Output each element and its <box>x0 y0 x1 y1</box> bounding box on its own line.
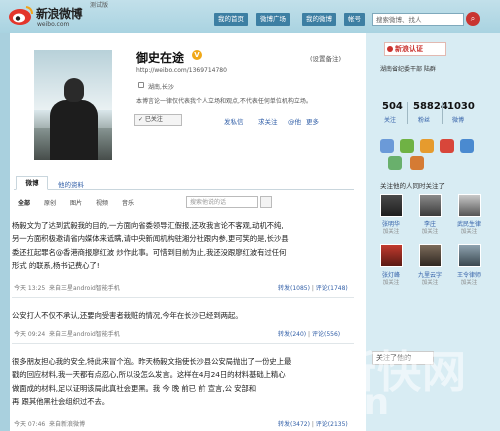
mention-link[interactable]: @他 <box>288 116 301 126</box>
repost-link[interactable]: 转发(240) <box>278 331 306 338</box>
post-text: 杨毅文为了达到武毅我的目的,一方面向省委领导汇假报,还攻我言论不客观,动机不纯,… <box>12 221 289 271</box>
auth-badge: 新浪认证 <box>384 42 446 56</box>
followed-button[interactable]: ✓ 已关注 <box>134 114 182 126</box>
more-link[interactable]: 更多 <box>306 116 319 126</box>
post-time: 今天 09:24 <box>14 331 46 338</box>
weibo-auth-icon <box>387 46 393 52</box>
medal-icon[interactable] <box>440 139 454 153</box>
profile-bio: 本博言论一律仅代表我个人立场和观点,不代表任何单位机构立场。 <box>136 98 312 105</box>
follow-avatar[interactable] <box>458 244 481 267</box>
auth-description: 湖南省纪委干部 陆群 <box>380 66 436 73</box>
repost-link[interactable]: 转发(1085) <box>278 285 310 292</box>
weibo-count[interactable]: 1030 <box>447 101 475 112</box>
following-count[interactable]: 504 <box>382 101 403 112</box>
post-meta: 今天 09:24 来自三星android智能手机 <box>14 329 120 338</box>
medal-icon[interactable] <box>380 139 394 153</box>
medal-icon[interactable] <box>410 156 424 170</box>
post-time: 今天 07:46 <box>14 421 46 428</box>
filter-row: 全部 原创 图片 视频 音乐 搜索他说的话 <box>16 196 352 210</box>
watermark-url: xxb.com.cn <box>150 382 391 423</box>
follow-avatar[interactable] <box>380 194 403 217</box>
post-source[interactable]: 来自新浪微博 <box>49 421 85 428</box>
post-divider <box>12 297 354 298</box>
filter-video[interactable]: 视频 <box>96 198 108 207</box>
filter-pictures[interactable]: 图片 <box>70 198 82 207</box>
follow-button[interactable]: 加关注 <box>377 278 405 286</box>
post-actions: 转发(1085) | 评论(1748) <box>278 285 348 292</box>
beta-label: 测试版 <box>90 2 109 9</box>
set-remark-link[interactable]: (设置备注) <box>310 53 341 63</box>
stat-divider <box>442 102 443 124</box>
weibo-logo-icon[interactable] <box>8 4 34 26</box>
avatar[interactable] <box>34 50 112 160</box>
nav-my-home[interactable]: 我的首页 <box>214 13 248 26</box>
following-label[interactable]: 关注 <box>384 115 396 124</box>
post-text: 公安打人不仅不承认,还要向受害者栽赃的情况,今年在长沙已经到两起。 <box>12 311 243 320</box>
location-icon <box>138 82 144 88</box>
request-follow-link[interactable]: 求关注 <box>258 116 278 126</box>
search-input[interactable]: 搜索微博、找人 <box>372 13 464 26</box>
filter-original[interactable]: 原创 <box>44 198 56 207</box>
verified-icon: V <box>192 50 202 60</box>
medal-icon[interactable] <box>420 139 434 153</box>
stat-divider <box>407 102 408 124</box>
post-source[interactable]: 来自三星android智能手机 <box>49 285 120 292</box>
tab-profile[interactable]: 他的资料 <box>58 179 84 189</box>
search-icon[interactable]: ⌕ <box>466 12 480 26</box>
fans-label[interactable]: 粉丝 <box>418 115 430 124</box>
follow-button[interactable]: 加关注 <box>416 227 444 235</box>
profile-location: 湖南,长沙 <box>148 84 174 91</box>
follow-avatar[interactable] <box>419 194 442 217</box>
send-message-link[interactable]: 发私信 <box>224 116 244 126</box>
logo-text: 新浪微博 <box>36 7 83 21</box>
also-follow-title: 关注他的人同时关注了 <box>380 182 445 190</box>
nav-account[interactable]: 帐号 <box>344 13 365 26</box>
follow-avatar[interactable] <box>458 194 481 217</box>
follow-button[interactable]: 加关注 <box>455 227 483 235</box>
follow-button[interactable]: 加关注 <box>377 227 405 235</box>
nav-my-weibo[interactable]: 我的微博 <box>302 13 336 26</box>
follow-button[interactable]: 加关注 <box>416 278 444 286</box>
weibo-label[interactable]: 微博 <box>452 115 464 124</box>
post-search-icon[interactable] <box>260 196 272 208</box>
medal-icon[interactable] <box>388 156 402 170</box>
follow-avatar[interactable] <box>419 244 442 267</box>
profile-name: 御史在途 <box>136 51 185 65</box>
logo-domain: weibo.com <box>37 21 70 28</box>
post-source[interactable]: 来自三星android智能手机 <box>49 331 120 338</box>
post-divider <box>12 343 354 344</box>
nav-weibo-square[interactable]: 微博广场 <box>256 13 290 26</box>
post-time: 今天 13:25 <box>14 285 46 292</box>
medal-icon[interactable] <box>460 139 474 153</box>
tab-divider <box>14 189 354 190</box>
medal-icon[interactable] <box>400 139 414 153</box>
post-meta: 今天 07:46 来自新浪微博 <box>14 419 85 428</box>
follow-avatar[interactable] <box>380 244 403 267</box>
comment-link[interactable]: 评论(1748) <box>316 285 348 292</box>
post-search-input[interactable]: 搜索他说的话 <box>186 196 258 208</box>
filter-all[interactable]: 全部 <box>18 198 30 207</box>
post-meta: 今天 13:25 来自三星android智能手机 <box>14 283 120 292</box>
profile-url[interactable]: http://weibo.com/1369714780 <box>136 67 227 74</box>
tab-weibo[interactable]: 微博 <box>16 176 48 190</box>
follow-button[interactable]: 加关注 <box>455 278 483 286</box>
filter-music[interactable]: 音乐 <box>122 198 134 207</box>
